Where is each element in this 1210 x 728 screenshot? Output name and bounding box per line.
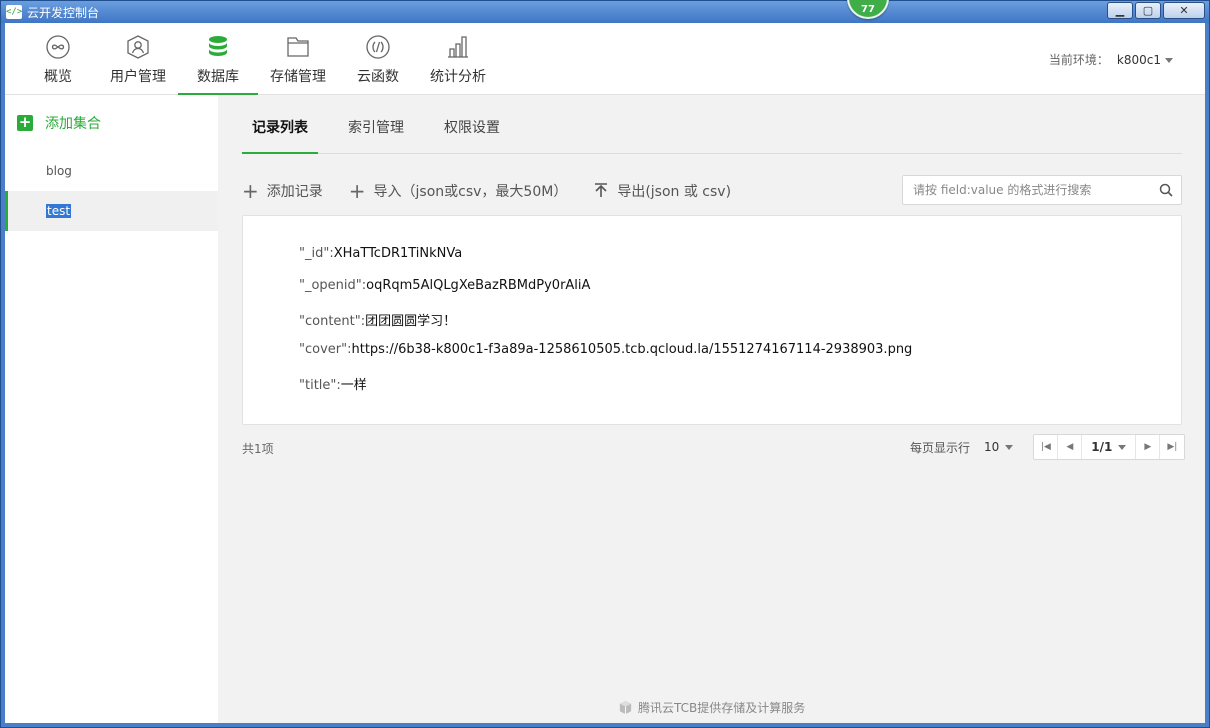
import-label: 导入（json或csv，最大50M） — [373, 184, 568, 200]
search-input[interactable] — [903, 176, 1143, 204]
tab-records[interactable]: 记录列表 — [252, 117, 308, 137]
export-button[interactable]: 导出(json 或 csv) — [593, 181, 731, 201]
record-toolbar: + 添加记录 + 导入（json或csv，最大50M） 导出(json 或 cs… — [242, 181, 757, 201]
page-navigator: |◀ ◀ 1/1 ▶ ▶| — [1033, 434, 1186, 460]
last-page-icon[interactable]: ▶| — [1160, 435, 1184, 459]
collection-item-blog[interactable]: blog — [5, 151, 218, 191]
record-field: "title":一样 — [299, 374, 367, 393]
folder-icon — [287, 37, 309, 57]
title-bar[interactable]: </> 云开发控制台 77 ▁ ▢ ✕ — [1, 0, 1209, 23]
per-page-select[interactable]: 10 — [984, 440, 1014, 454]
chevron-down-icon — [1165, 58, 1173, 63]
field-key: "cover": — [299, 342, 352, 357]
per-page-value: 10 — [984, 440, 1000, 454]
pagination: 每页显示行 10 |◀ ◀ 1/1 ▶ ▶| — [910, 434, 1186, 460]
app-logo-icon: </> — [6, 5, 23, 19]
prev-page-icon[interactable]: ◀ — [1058, 435, 1083, 459]
record-field: "cover":https://6b38-k800c1-f3a89a-12586… — [299, 342, 912, 357]
nav-label: 云函数 — [357, 69, 399, 85]
nav-user-management[interactable]: 用户管理 — [103, 23, 173, 95]
nav-label: 统计分析 — [430, 69, 486, 85]
field-value: 团团圆圆学习！ — [365, 314, 457, 329]
collection-item-test[interactable]: test — [5, 191, 218, 231]
collection-name: blog — [46, 164, 72, 178]
field-key: "_id": — [299, 246, 334, 261]
export-label: 导出(json 或 csv) — [617, 184, 732, 200]
nav-storage[interactable]: 存储管理 — [263, 23, 333, 95]
cube-icon — [619, 700, 632, 715]
next-page-icon[interactable]: ▶ — [1136, 435, 1161, 459]
notification-badge[interactable]: 77 — [847, 0, 889, 19]
plus-icon: + — [348, 179, 366, 203]
field-key: "title": — [299, 378, 341, 393]
record-field: "content":团团圆圆学习！ — [299, 310, 456, 329]
close-button[interactable]: ✕ — [1163, 2, 1205, 19]
nav-label: 数据库 — [197, 69, 239, 85]
client-area: 概览 用户管理 数据库 存储管理 云函数 统计分析 当前环境： k800c1 +… — [5, 23, 1205, 723]
nav-label: 用户管理 — [110, 69, 166, 85]
add-record-button[interactable]: + 添加记录 — [242, 181, 323, 201]
search-box — [902, 175, 1182, 205]
import-button[interactable]: + 导入（json或csv，最大50M） — [349, 181, 568, 201]
user-icon — [127, 35, 149, 59]
top-nav: 概览 用户管理 数据库 存储管理 云函数 统计分析 当前环境： k800c1 — [5, 23, 1205, 95]
add-collection-button[interactable]: + 添加集合 — [17, 113, 101, 133]
field-value: https://6b38-k800c1-f3a89a-1258610505.tc… — [351, 342, 913, 357]
nav-label: 存储管理 — [270, 69, 326, 85]
main-content: 记录列表 索引管理 权限设置 + 添加记录 + 导入（json或csv，最大50… — [218, 95, 1205, 723]
footer: 腾讯云TCB提供存储及计算服务 — [618, 699, 805, 716]
tab-bar: 记录列表 索引管理 权限设置 — [242, 95, 1182, 154]
footer-text: 腾讯云TCB提供存储及计算服务 — [638, 701, 806, 715]
tab-permissions[interactable]: 权限设置 — [444, 117, 500, 137]
maximize-button[interactable]: ▢ — [1135, 2, 1161, 19]
field-value: XHaTTcDR1TiNkNVa — [333, 246, 463, 261]
record-field: "_id":XHaTTcDR1TiNkNVa — [299, 246, 462, 261]
database-icon — [209, 36, 227, 56]
page-select[interactable]: 1/1 — [1082, 435, 1137, 459]
nav-analytics[interactable]: 统计分析 — [423, 23, 493, 95]
plus-icon: + — [17, 113, 33, 131]
record-card[interactable]: "_id":XHaTTcDR1TiNkNVa "_openid":oqRqm5A… — [242, 215, 1182, 425]
total-count: 共1项 — [242, 442, 274, 456]
chevron-down-icon — [1118, 444, 1127, 450]
collections-sidebar: + 添加集合 blog test — [5, 95, 218, 723]
record-field: "_openid":oqRqm5AlQLgXeBazRBMdPy0rAliA — [299, 278, 590, 293]
search-icon[interactable] — [1159, 183, 1173, 197]
nav-database[interactable]: 数据库 — [178, 23, 258, 95]
env-value: k800c1 — [1116, 53, 1161, 67]
field-key: "content": — [299, 314, 366, 329]
page-value: 1/1 — [1091, 440, 1113, 454]
app-window: </> 云开发控制台 77 ▁ ▢ ✕ 概览 用户管理 数据库 存储管理 云函数… — [0, 0, 1210, 728]
nav-overview[interactable]: 概览 — [35, 23, 81, 95]
field-value: 一样 — [340, 378, 367, 393]
nav-cloud-functions[interactable]: 云函数 — [348, 23, 408, 95]
collection-name: test — [46, 204, 72, 218]
tab-indexes[interactable]: 索引管理 — [348, 117, 404, 137]
minimize-button[interactable]: ▁ — [1107, 2, 1133, 19]
function-icon — [366, 35, 390, 59]
window-title: 云开发控制台 — [27, 6, 100, 20]
field-value: oqRqm5AlQLgXeBazRBMdPy0rAliA — [366, 278, 591, 293]
active-tab-indicator — [242, 152, 318, 154]
first-page-icon[interactable]: |◀ — [1034, 435, 1059, 459]
chevron-down-icon — [1005, 444, 1014, 450]
field-key: "_openid": — [299, 278, 367, 293]
nav-label: 概览 — [44, 69, 72, 85]
environment-selector[interactable]: 当前环境： k800c1 — [1049, 51, 1173, 68]
add-record-label: 添加记录 — [266, 184, 323, 200]
upload-icon — [595, 183, 608, 197]
per-page-label: 每页显示行 — [910, 440, 971, 455]
infinity-icon — [46, 35, 70, 59]
plus-icon: + — [242, 179, 259, 203]
env-label: 当前环境： — [1048, 53, 1109, 67]
add-collection-label: 添加集合 — [45, 116, 101, 132]
bar-chart-icon — [448, 36, 468, 58]
